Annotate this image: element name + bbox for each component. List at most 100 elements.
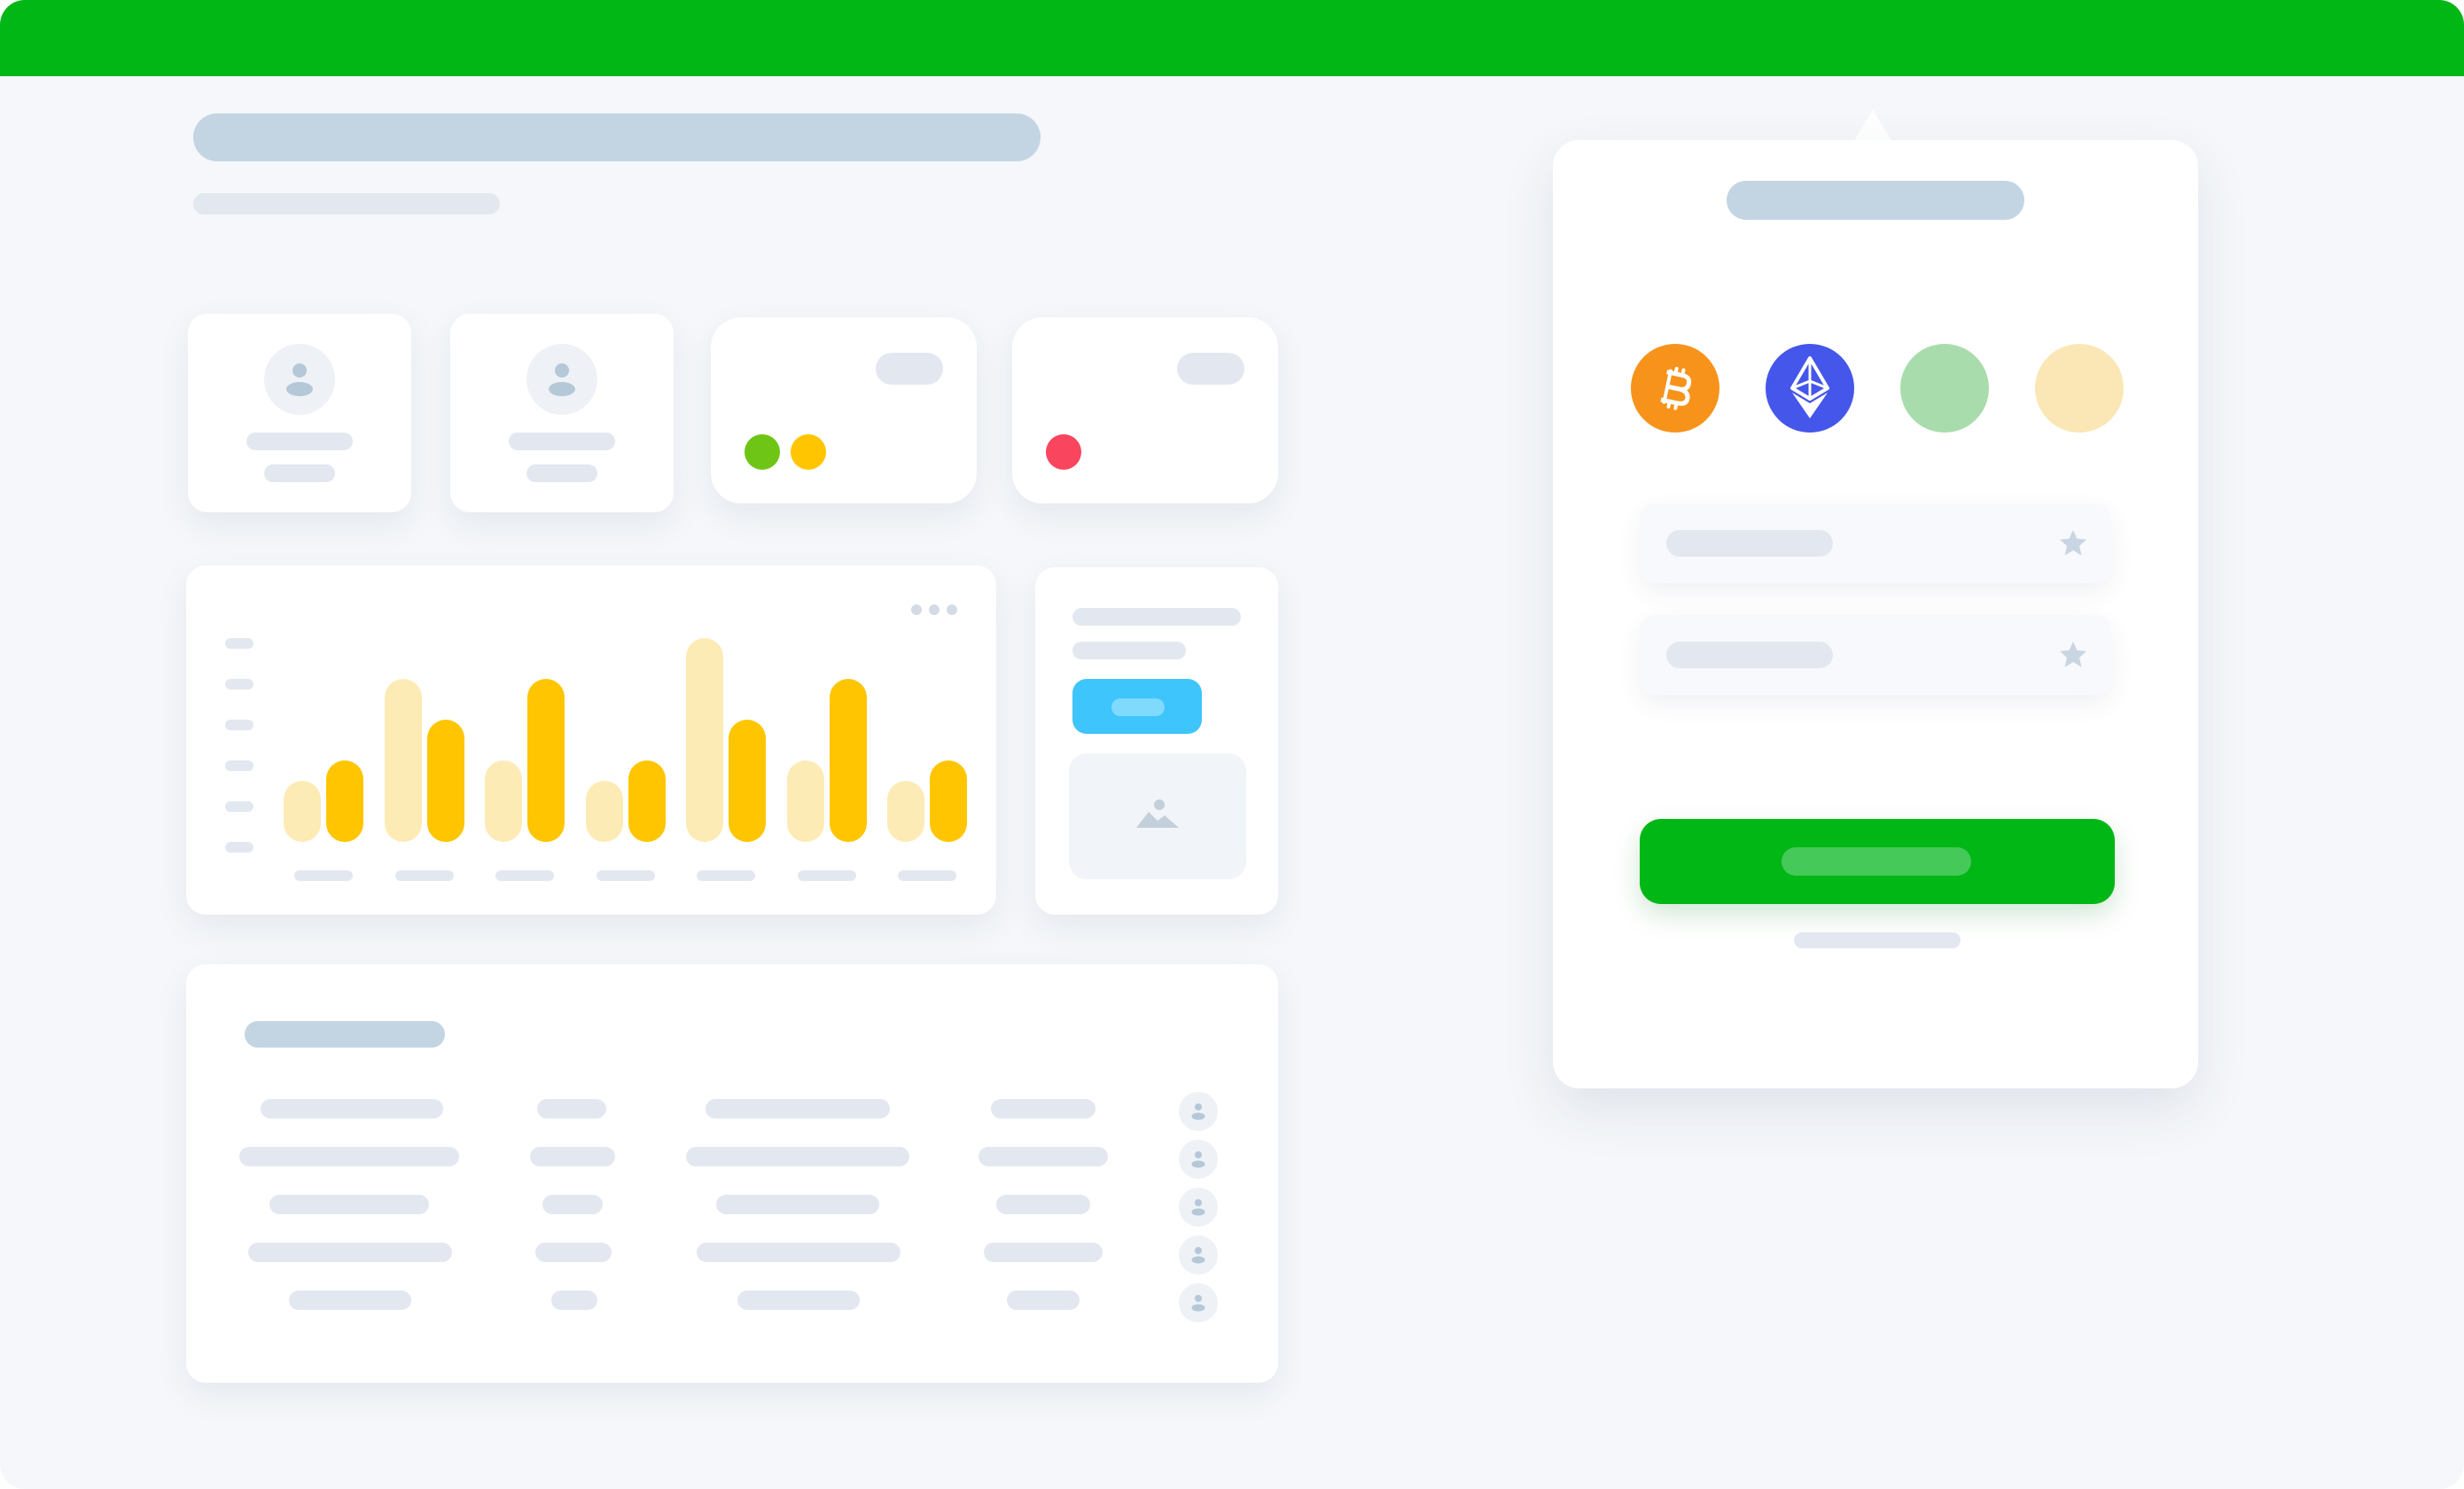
table-cell: [716, 1195, 879, 1214]
page-subtitle: [193, 193, 500, 214]
table-cell: [537, 1099, 606, 1119]
chart-bar: [585, 781, 623, 842]
user-icon: [549, 363, 575, 396]
table-cell: [737, 1290, 860, 1310]
data-table-card: [186, 964, 1278, 1383]
user-icon: [286, 363, 313, 396]
status-badge: [876, 353, 943, 385]
chart-bar: [426, 720, 464, 842]
page-title: [193, 113, 1041, 161]
table-cell: [542, 1195, 603, 1214]
x-tick-label: [898, 870, 956, 881]
table-cell: [697, 1243, 901, 1262]
table-row[interactable]: [186, 1283, 1278, 1322]
table-cell: [289, 1290, 411, 1310]
table-cell: [991, 1099, 1096, 1119]
bitcoin-icon: [1660, 366, 1692, 410]
chart-bar: [527, 679, 565, 842]
avatar: [264, 344, 335, 415]
media-card: [1035, 567, 1278, 915]
favorite-item-label: [1666, 530, 1833, 557]
table-row[interactable]: [186, 1092, 1278, 1131]
avatar: [1179, 1188, 1218, 1227]
status-dot-green: [745, 434, 780, 470]
user-card[interactable]: [450, 314, 674, 512]
image-placeholder: [1069, 753, 1246, 879]
bitcoin-coin[interactable]: [1631, 344, 1719, 433]
chart-bar: [786, 760, 824, 842]
x-tick-label: [294, 870, 353, 881]
x-tick-label: [697, 870, 755, 881]
table-row[interactable]: [186, 1188, 1278, 1227]
table-cell: [535, 1243, 612, 1262]
table-cell: [1007, 1290, 1080, 1310]
y-tick-label: [225, 679, 253, 690]
table-row[interactable]: [186, 1140, 1278, 1179]
y-tick-label: [225, 720, 253, 730]
coin-placeholder-green[interactable]: [1900, 344, 1989, 433]
chart-bar: [829, 679, 867, 842]
panel-title: [1727, 181, 2024, 220]
chart-bar: [729, 720, 766, 842]
x-tick-label: [596, 870, 655, 881]
star-icon[interactable]: [2058, 640, 2088, 670]
star-icon[interactable]: [2058, 528, 2088, 558]
chart-bar: [384, 679, 422, 842]
y-tick-label: [225, 760, 253, 771]
table-cell: [984, 1243, 1103, 1262]
status-badge: [1177, 353, 1244, 385]
y-tick-label: [225, 801, 253, 812]
status-card[interactable]: [1012, 317, 1278, 503]
status-card[interactable]: [711, 317, 977, 503]
chart-bar: [887, 781, 924, 842]
favorite-item-label: [1666, 642, 1833, 668]
table-row[interactable]: [186, 1236, 1278, 1275]
chart-bar: [930, 760, 967, 842]
user-icon: [1191, 1103, 1205, 1120]
chart-bar: [284, 781, 321, 842]
favorite-item[interactable]: [1640, 615, 2111, 695]
action-button-label: [1111, 698, 1165, 716]
avatar: [1179, 1283, 1218, 1322]
table-cell: [530, 1147, 615, 1166]
chart-bar: [326, 760, 363, 842]
avatar: [1179, 1140, 1218, 1179]
table-cell: [248, 1243, 452, 1262]
table-cell: [979, 1147, 1108, 1166]
ethereum-coin[interactable]: [1766, 344, 1854, 433]
app-window: [0, 0, 2464, 1489]
avatar: [526, 344, 597, 415]
user-name: [246, 433, 353, 450]
table-cell: [706, 1099, 890, 1119]
table-cell: [239, 1147, 459, 1166]
ethereum-icon: [1790, 356, 1829, 418]
action-button[interactable]: [1072, 679, 1202, 734]
favorite-item[interactable]: [1640, 503, 2111, 583]
user-card[interactable]: [188, 314, 411, 512]
bar-chart-card: [186, 565, 996, 915]
image-placeholder-icon: [1136, 799, 1179, 828]
primary-button[interactable]: [1640, 819, 2115, 904]
x-tick-label: [495, 870, 554, 881]
user-icon: [1191, 1199, 1205, 1216]
avatar: [1179, 1092, 1218, 1131]
user-icon: [1191, 1295, 1205, 1312]
chart-bar: [628, 760, 666, 842]
status-dot-yellow: [791, 434, 826, 470]
status-dot-red: [1046, 434, 1081, 470]
user-role: [264, 464, 335, 482]
y-tick-label: [225, 842, 253, 853]
chart-bar: [686, 638, 723, 842]
x-tick-label: [394, 870, 454, 881]
table-title: [245, 1021, 445, 1048]
table-cell: [686, 1147, 909, 1166]
user-name: [509, 433, 615, 450]
top-bar: [0, 0, 2464, 76]
coin-placeholder-cream[interactable]: [2035, 344, 2124, 433]
more-dots-icon[interactable]: [909, 603, 959, 617]
media-subtitle: [1072, 642, 1186, 659]
user-role: [526, 464, 597, 482]
user-icon: [1191, 1151, 1205, 1168]
chart-bar: [485, 760, 522, 842]
popover-arrow: [1852, 110, 1893, 144]
